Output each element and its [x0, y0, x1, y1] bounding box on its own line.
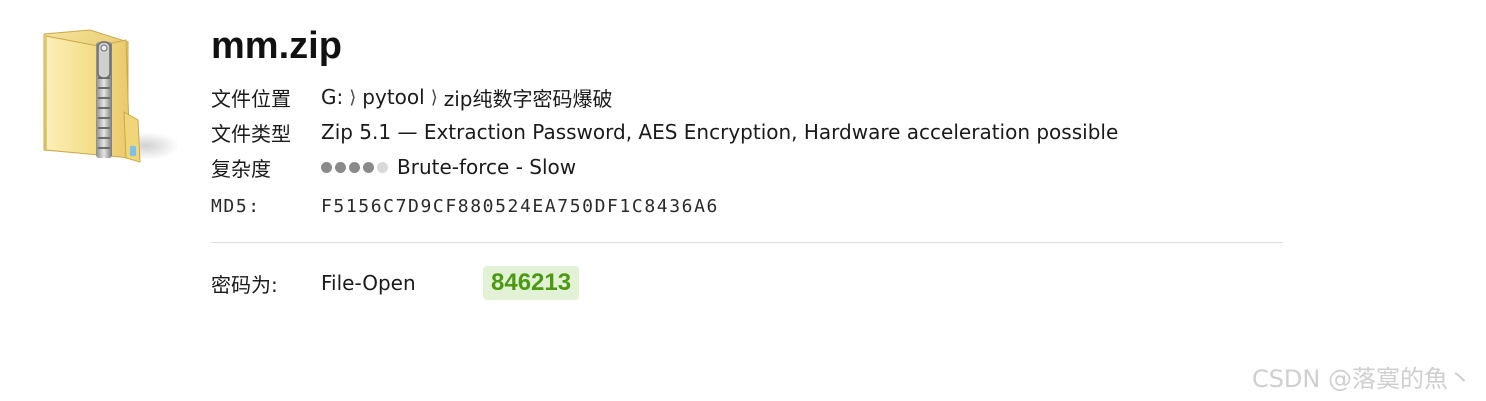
rating-dot-empty — [377, 161, 388, 173]
watermark: CSDN @落寞的魚丶 — [1251, 365, 1472, 393]
location-row: 文件位置 G: ⟩ pytool ⟩ zip纯数字密码爆破 — [211, 82, 612, 112]
complexity-rating — [321, 161, 388, 173]
md5-row: MD5: F5156C7D9CF880524EA750DF1C8436A6 — [211, 191, 719, 221]
attack-mode-text: File-Open — [321, 271, 416, 295]
file-name-title: mm.zip — [211, 25, 342, 67]
password-result-row: 密码为: File-Open 846213 — [211, 266, 580, 300]
divider — [211, 242, 1283, 243]
password-label: 密码为: — [211, 272, 278, 297]
zip-folder-icon — [38, 28, 180, 163]
complexity-label: 复杂度 — [211, 156, 271, 181]
password-badge[interactable]: 846213 — [483, 266, 580, 300]
file-type-row: 文件类型 Zip 5.1 — Extraction Password, AES … — [211, 117, 1118, 147]
md5-value: F5156C7D9CF880524EA750DF1C8436A6 — [321, 195, 719, 217]
rating-dot-filled — [349, 161, 360, 173]
location-label: 文件位置 — [211, 86, 291, 111]
rating-dot-filled — [321, 161, 332, 173]
breadcrumb: G: ⟩ pytool ⟩ zip纯数字密码爆破 — [321, 83, 612, 112]
file-type-label: 文件类型 — [211, 121, 291, 146]
rating-dot-filled — [335, 161, 346, 173]
breadcrumb-separator: ⟩ — [349, 86, 357, 108]
complexity-text: Brute-force - Slow — [397, 155, 577, 179]
complexity-row: 复杂度 Brute-force - Slow — [211, 152, 576, 182]
complexity-value: Brute-force - Slow — [321, 155, 576, 179]
breadcrumb-drive[interactable]: G: — [321, 85, 343, 109]
breadcrumb-folder-current[interactable]: zip纯数字密码爆破 — [444, 83, 613, 112]
file-type-value: Zip 5.1 — Extraction Password, AES Encry… — [321, 120, 1119, 144]
breadcrumb-separator: ⟩ — [430, 86, 438, 108]
breadcrumb-folder-pytool[interactable]: pytool — [362, 85, 424, 109]
md5-label: MD5: — [211, 195, 261, 217]
rating-dot-filled — [363, 161, 374, 173]
